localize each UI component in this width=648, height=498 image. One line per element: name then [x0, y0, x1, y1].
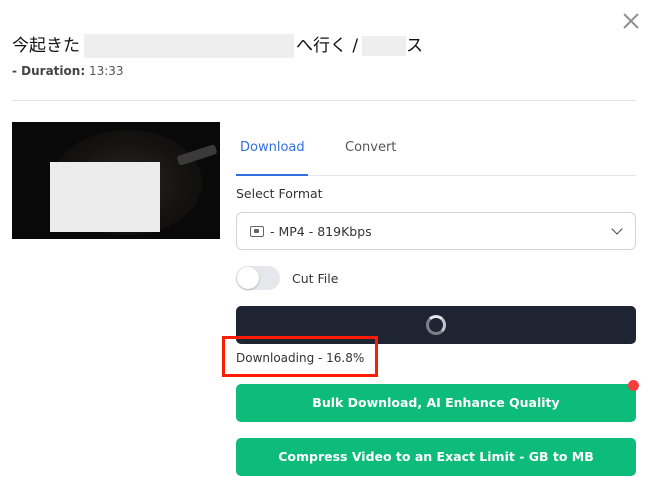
title-suffix: ス	[406, 36, 423, 56]
redacted-title-block-2	[362, 36, 406, 56]
active-tab-indicator	[236, 174, 308, 176]
tab-convert[interactable]: Convert	[345, 140, 396, 155]
loading-spinner-icon	[426, 315, 446, 335]
format-select-value: - MP4 - 819Kbps	[270, 224, 372, 239]
select-format-label: Select Format	[236, 186, 323, 201]
video-title: 今起きた へ行く / ス	[12, 34, 612, 60]
header-divider	[12, 100, 636, 101]
compress-video-button[interactable]: Compress Video to an Exact Limit - GB to…	[236, 438, 636, 476]
duration-value: 13:33	[88, 64, 124, 78]
duration-label: - Duration:	[12, 64, 86, 78]
cut-file-label: Cut File	[292, 271, 339, 286]
notification-dot	[628, 380, 639, 391]
duration-line: - Duration: 13:33	[12, 64, 124, 78]
video-thumbnail	[12, 122, 220, 239]
close-icon[interactable]	[620, 10, 642, 32]
bulk-download-button[interactable]: Bulk Download, AI Enhance Quality	[236, 384, 636, 422]
title-prefix: 今起きた	[12, 36, 80, 56]
video-file-icon	[250, 226, 264, 237]
redacted-title-block	[84, 34, 294, 58]
download-status: Downloading - 16.8%	[236, 351, 365, 365]
cut-file-toggle[interactable]	[236, 266, 280, 290]
title-middle: へ行く /	[296, 36, 359, 56]
redacted-thumbnail-block	[50, 162, 160, 232]
chevron-down-icon	[611, 223, 623, 235]
toggle-knob	[237, 267, 259, 289]
tab-download[interactable]: Download	[240, 140, 305, 155]
format-select[interactable]: - MP4 - 819Kbps	[236, 212, 636, 250]
